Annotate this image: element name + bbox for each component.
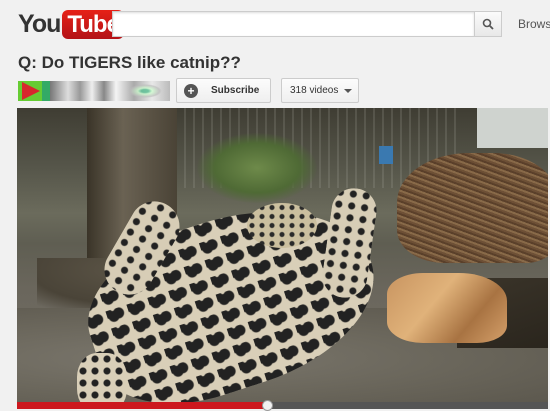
chevron-down-icon bbox=[344, 88, 353, 93]
channel-row: + Subscribe 318 videos bbox=[18, 78, 548, 103]
logo-you-text: You bbox=[18, 9, 61, 38]
search-button[interactable] bbox=[474, 11, 502, 37]
video-frame-cardboard-box bbox=[387, 273, 507, 343]
videos-dropdown[interactable]: 318 videos bbox=[281, 78, 359, 103]
subscribe-button[interactable]: + Subscribe bbox=[176, 78, 271, 103]
plus-icon: + bbox=[184, 83, 198, 98]
video-frame-bucket bbox=[379, 146, 393, 164]
video-scrubber-handle[interactable] bbox=[261, 400, 273, 411]
search-icon bbox=[482, 18, 494, 30]
videos-count-label: 318 videos bbox=[290, 85, 339, 96]
search-input[interactable] bbox=[112, 11, 474, 37]
video-frame-sky bbox=[477, 108, 548, 148]
top-bar: You Tube Brows bbox=[0, 0, 550, 46]
video-progress-bar[interactable] bbox=[17, 400, 548, 411]
browse-link[interactable]: Brows bbox=[518, 17, 550, 31]
logo-stripe bbox=[42, 81, 50, 101]
video-frame-leopard-head bbox=[247, 203, 317, 248]
channel-logo[interactable] bbox=[18, 81, 50, 101]
video-player[interactable] bbox=[17, 108, 548, 409]
video-frame-straw-pile bbox=[397, 153, 548, 263]
video-progress-fill bbox=[17, 402, 267, 409]
video-frame-leopard-tail bbox=[77, 353, 127, 409]
channel-banner[interactable] bbox=[50, 81, 170, 101]
youtube-logo[interactable]: You Tube bbox=[18, 9, 124, 39]
subscribe-label: Subscribe bbox=[211, 85, 260, 96]
play-triangle-icon bbox=[22, 82, 40, 100]
video-frame-plants bbox=[197, 133, 317, 203]
video-title: Q: Do TIGERS like catnip?? bbox=[18, 53, 241, 72]
